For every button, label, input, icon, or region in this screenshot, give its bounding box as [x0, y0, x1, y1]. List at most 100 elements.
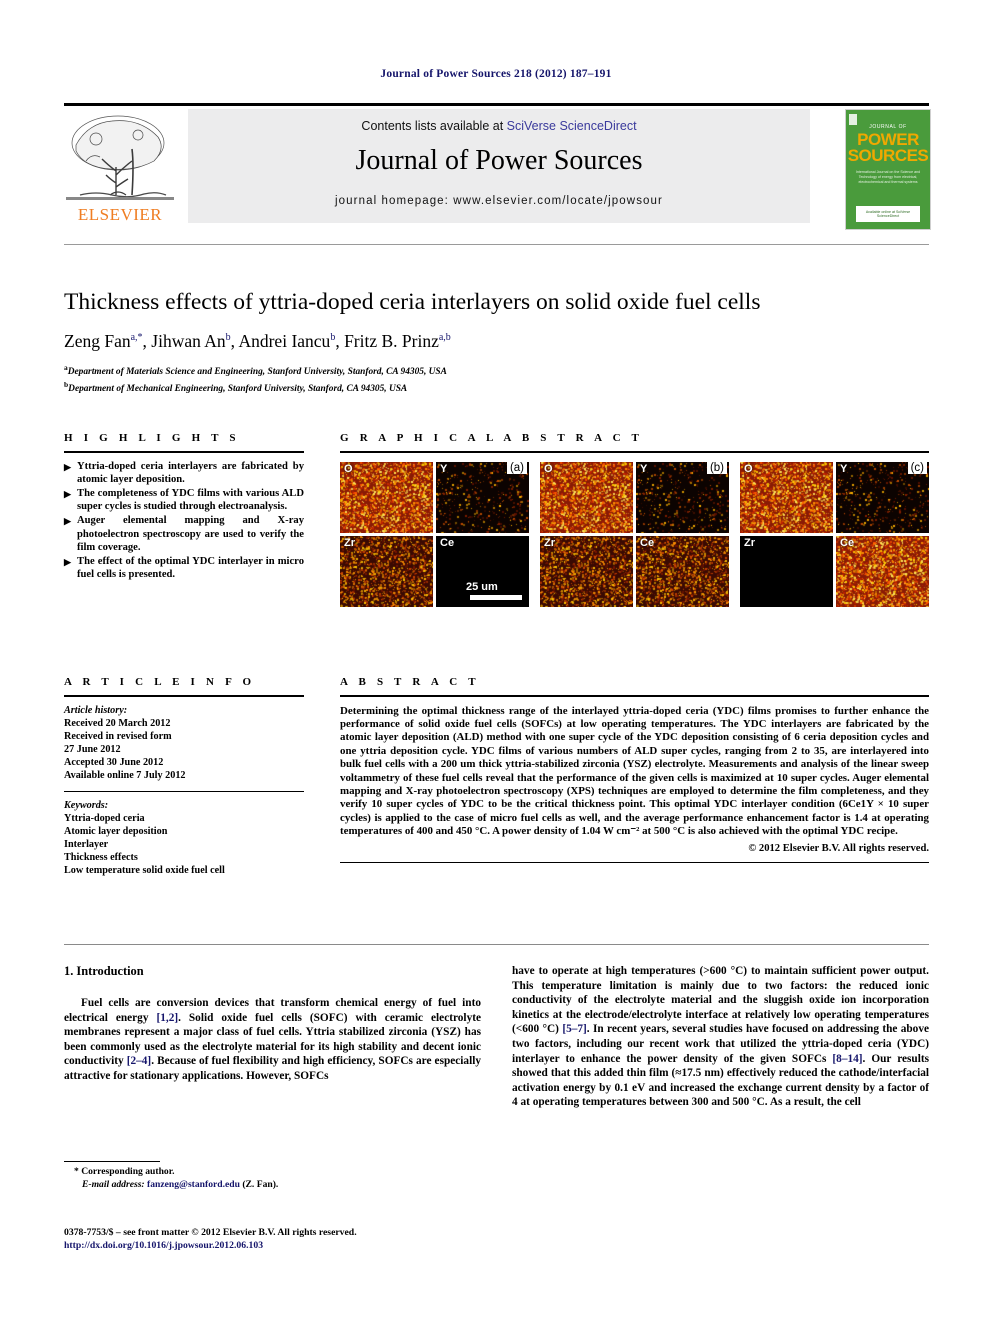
doi-link[interactable]: http://dx.doi.org/10.1016/j.jpowsour.201…	[64, 1240, 263, 1251]
elemental-map-cell: Zr	[740, 535, 833, 607]
keywords-rule	[64, 790, 304, 792]
affiliations: aDepartment of Materials Science and Eng…	[64, 362, 929, 395]
highlight-item: ▶ The effect of the optimal YDC interlaye…	[64, 555, 304, 581]
history-item: 27 June 2012	[64, 743, 121, 755]
author-list: Zeng Fana,*, Jihwan Anb, Andrei Iancub, …	[64, 330, 451, 351]
journal-article-page: Journal of Power Sources 218 (2012) 187–…	[0, 0, 992, 1323]
highlights-rule	[64, 451, 304, 453]
graphical-abstract-section: G R A P H I C A L A B S T R A C T O Y Zr Ce…	[340, 432, 929, 608]
highlight-item: ▶ Yttria-doped ceria interlayers are fabr…	[64, 460, 304, 486]
corresponding-author-note: * Corresponding author.	[74, 1166, 175, 1177]
graphical-abstract-rule	[340, 451, 929, 453]
element-label: Ce	[440, 536, 455, 549]
graphical-abstract-figure: O Y Zr Ce 25 um (a) O Y Zr Ce (b) O Y Zr Ce (c)	[340, 461, 929, 608]
element-label: O	[744, 462, 753, 475]
panel-tag: (b)	[706, 461, 727, 474]
cover-footer-band: Available online at SciVerse ScienceDire…	[856, 206, 920, 222]
elemental-map-cell: Ce 25 um	[436, 535, 529, 607]
affiliation-item: aDepartment of Materials Science and Eng…	[64, 362, 929, 379]
author-affil-mark: b	[330, 332, 336, 343]
citation-link[interactable]: [8–14]	[832, 1053, 862, 1065]
bullet-triangle-icon: ▶	[64, 461, 71, 472]
elemental-map-cell: Ce	[836, 535, 929, 607]
article-history-block: Article history: Received 20 March 2012 …	[64, 704, 304, 782]
highlights-list: ▶ Yttria-doped ceria interlayers are fabr…	[64, 460, 304, 582]
footnote-rule	[64, 1161, 160, 1162]
abstract-section: A B S T R A C T Determining the optimal …	[340, 676, 929, 863]
element-label: O	[344, 462, 353, 475]
contents-line: Contents lists available at SciVerse Sci…	[188, 119, 810, 133]
email-suffix: (Z. Fan).	[242, 1178, 279, 1190]
journal-masthead: ELSEVIER Contents lists available at Sci…	[64, 103, 931, 230]
journal-homepage[interactable]: journal homepage: www.elsevier.com/locat…	[188, 195, 810, 207]
running-head: Journal of Power Sources 218 (2012) 187–…	[380, 68, 612, 80]
author-affil-mark: b	[225, 332, 231, 343]
article-title: Thickness effects of yttria-doped ceria …	[64, 289, 761, 315]
highlight-item: ▶ Auger elemental mapping and X-ray photo…	[64, 514, 304, 554]
affiliation-text: Department of Materials Science and Engi…	[67, 367, 447, 378]
cover-footer-text: Available online at SciVerse ScienceDire…	[865, 210, 911, 218]
author-entry: Zeng Fana,*	[64, 331, 143, 351]
history-item: Accepted 30 June 2012	[64, 756, 164, 768]
cover-title-line2: SOURCES	[847, 146, 929, 165]
scale-bar-label: 25 um	[466, 580, 498, 593]
citation-link[interactable]: [1,2]	[156, 1012, 178, 1024]
sciencedirect-link[interactable]: SciVerse ScienceDirect	[507, 119, 637, 133]
masthead-top-rule	[64, 103, 929, 106]
history-item: Available online 7 July 2012	[64, 769, 186, 781]
keyword-item: Interlayer	[64, 838, 109, 850]
affiliation-item: bDepartment of Mechanical Engineering, S…	[64, 379, 929, 396]
history-item: Received 20 March 2012	[64, 717, 171, 729]
elemental-map-texture	[540, 461, 633, 533]
highlight-text: The effect of the optimal YDC interlayer…	[77, 556, 304, 581]
keywords-block: Keywords: Yttria-doped ceria Atomic laye…	[64, 799, 304, 877]
abstract-heading: A B S T R A C T	[340, 676, 480, 688]
abstract-rule	[340, 695, 929, 697]
element-label: O	[544, 462, 553, 475]
article-history-label: Article history:	[64, 704, 128, 716]
highlight-text: Auger elemental mapping and X-ray photoe…	[77, 515, 304, 553]
author-name: Fritz B. Prinz	[344, 330, 439, 351]
article-info-section: A R T I C L E I N F O Article history: R…	[64, 676, 304, 877]
element-label: Zr	[544, 536, 555, 549]
keyword-item: Atomic layer deposition	[64, 825, 168, 837]
author-entry: Jihwan Anb	[151, 331, 230, 351]
article-info-heading: A R T I C L E I N F O	[64, 676, 256, 688]
graphical-abstract-panel: O Y Zr Ce (c)	[740, 461, 929, 608]
author-name: Jihwan An	[151, 330, 226, 351]
highlight-text: The completeness of YDC films with vario…	[77, 488, 304, 513]
bullet-triangle-icon: ▶	[64, 516, 71, 527]
elsevier-wordmark: ELSEVIER	[77, 205, 163, 224]
abstract-bottom-rule	[340, 861, 929, 863]
contents-banner: Contents lists available at SciVerse Sci…	[188, 109, 810, 223]
author-name: Zeng Fan	[64, 330, 131, 351]
body-column-right: have to operate at high temperatures (>6…	[512, 964, 929, 1110]
element-label: Y	[840, 462, 848, 475]
author-entry: Andrei Iancub	[238, 331, 335, 351]
author-affil-mark: a,b	[438, 332, 451, 343]
elemental-map-cell: O	[540, 461, 633, 533]
elemental-map-cell: Zr	[340, 535, 433, 607]
abstract-text: Determining the optimal thickness range …	[340, 704, 929, 838]
email-link[interactable]: fanzeng@stanford.edu	[147, 1179, 240, 1190]
keyword-item: Low temperature solid oxide fuel cell	[64, 864, 225, 876]
body-separator-rule	[64, 944, 929, 945]
element-label: Ce	[640, 536, 655, 549]
footnote-block: * Corresponding author. E-mail address: …	[64, 1166, 481, 1191]
elsevier-tree-icon	[66, 109, 174, 204]
journal-title: Journal of Power Sources	[355, 145, 643, 176]
citation-link[interactable]: [5–7]	[562, 1023, 586, 1035]
issn-line: 0378-7753/$ – see front matter © 2012 El…	[64, 1227, 357, 1238]
elsevier-logo: ELSEVIER	[64, 109, 176, 229]
abstract-copyright: © 2012 Elsevier B.V. All rights reserved…	[748, 842, 929, 854]
elemental-map-cell: O	[740, 461, 833, 533]
author-affil-mark: a,*	[130, 332, 143, 343]
highlights-heading: H I G H L I G H T S	[64, 432, 240, 444]
keyword-item: Yttria-doped ceria	[64, 812, 145, 824]
email-line: E-mail address: fanzeng@stanford.edu (Z.…	[64, 1179, 481, 1192]
elemental-map-cell: Zr	[540, 535, 633, 607]
citation-link[interactable]: [2–4]	[127, 1055, 151, 1067]
elemental-map-texture	[340, 461, 433, 533]
author-entry: Fritz B. Prinza,b	[344, 331, 451, 351]
graphical-abstract-panel: O Y Zr Ce (b)	[540, 461, 729, 608]
